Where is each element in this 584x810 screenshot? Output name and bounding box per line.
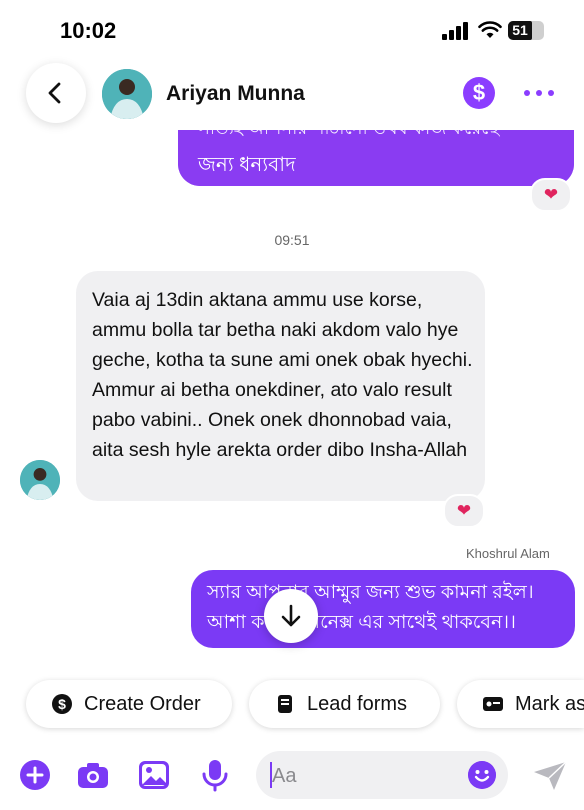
sender-avatar[interactable] — [20, 460, 60, 500]
microphone-icon[interactable] — [198, 758, 232, 792]
add-plus-icon[interactable] — [18, 758, 52, 792]
dollar-icon: $ — [52, 694, 72, 714]
heart-reaction-icon[interactable]: ❤ — [443, 494, 485, 528]
message-composer[interactable] — [256, 751, 508, 799]
arrow-down-icon — [281, 604, 301, 627]
camera-icon[interactable] — [76, 758, 110, 792]
gallery-image-icon[interactable] — [137, 758, 171, 792]
chip-label: Mark as — [515, 693, 584, 715]
contact-name[interactable]: Ariyan Munna — [166, 82, 305, 106]
mark-as-chip[interactable]: Mark as — [457, 680, 584, 728]
wifi-icon — [478, 21, 502, 38]
outgoing-message-bubble[interactable]: সত্যিই আপনার পাঠানো ঔষধ কাজ করেছে জন্য ধ… — [178, 130, 574, 186]
incoming-message-bubble[interactable]: Vaia aj 13din aktana ammu use korse, amm… — [76, 271, 485, 501]
svg-text:$: $ — [58, 696, 66, 712]
back-button[interactable] — [26, 63, 86, 123]
message-timestamp: 09:51 — [274, 232, 310, 248]
payment-dollar-icon[interactable]: $ — [463, 77, 495, 109]
more-options-icon[interactable] — [522, 84, 556, 102]
create-order-chip[interactable]: $ Create Order — [26, 680, 232, 728]
cellular-signal-icon — [442, 22, 470, 40]
chevron-left-icon — [48, 82, 61, 104]
message-text: জন্য ধন্যবাদ — [198, 154, 296, 176]
lead-forms-chip[interactable]: Lead forms — [249, 680, 440, 728]
outgoing-message-bubble[interactable]: স্যার আপনার আম্মুর জন্য শুভ কামনা রইল। আ… — [191, 570, 575, 648]
send-icon[interactable] — [532, 760, 568, 792]
tag-icon — [483, 697, 503, 711]
heart-reaction-icon[interactable]: ❤ — [530, 178, 572, 212]
chip-label: Lead forms — [307, 693, 408, 715]
battery-level: 51 — [512, 22, 528, 38]
status-time: 10:02 — [60, 18, 117, 43]
form-icon — [278, 695, 292, 713]
battery-icon: 51 — [508, 21, 544, 40]
emoji-icon[interactable] — [468, 761, 496, 789]
scroll-to-bottom-button[interactable] — [264, 589, 318, 643]
contact-avatar[interactable] — [102, 69, 152, 119]
message-text: Vaia aj 13din aktana ammu use korse, amm… — [92, 289, 473, 461]
message-text: স্যার আপনার আম্মুর জন্য শুভ কামনা রইল। আ… — [207, 582, 534, 633]
message-input[interactable] — [270, 761, 464, 791]
sender-name: Khoshrul Alam — [466, 546, 550, 561]
message-text-cut: সত্যিই আপনার পাঠানো ঔষধ কাজ করেছে — [198, 130, 499, 145]
chip-label: Create Order — [84, 693, 201, 715]
